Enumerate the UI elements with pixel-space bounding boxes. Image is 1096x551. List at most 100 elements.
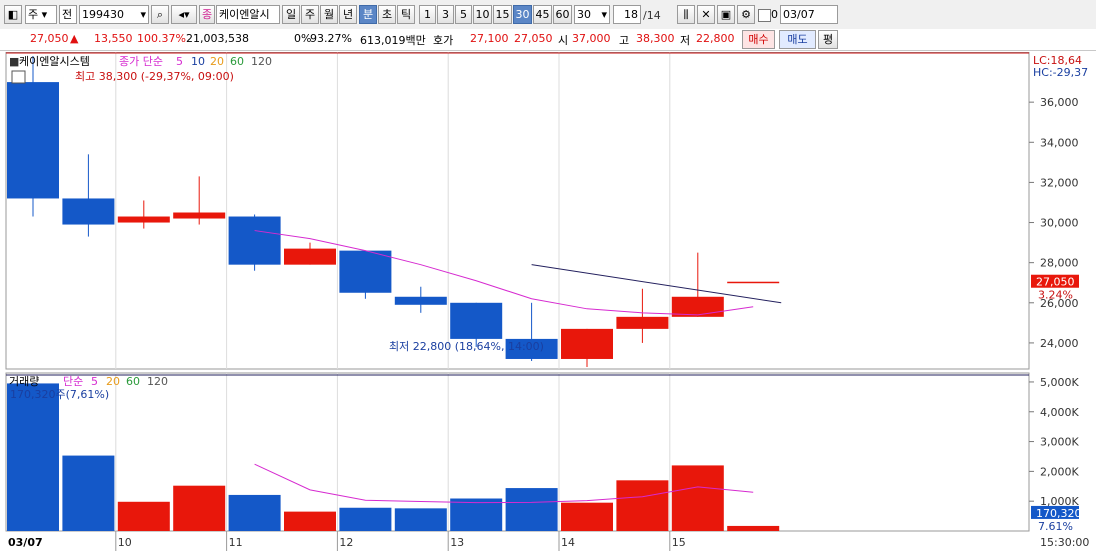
volume-bar	[228, 494, 281, 531]
interval-45[interactable]: 45	[533, 5, 552, 24]
sell-button[interactable]: 매도	[779, 30, 816, 49]
stock-code-input[interactable]: 199430 ▾	[79, 5, 149, 24]
interval-10[interactable]: 10	[473, 5, 492, 24]
search-icon[interactable]: ⌕	[151, 5, 169, 24]
interval-1[interactable]: 1	[419, 5, 436, 24]
interval-5[interactable]: 5	[455, 5, 472, 24]
buy-button[interactable]: 매수	[742, 30, 775, 49]
low-price: 22,800	[696, 32, 735, 45]
price-tick-label: 36,000	[1040, 96, 1079, 109]
volume-bar	[727, 525, 780, 531]
candle-toggle-icon[interactable]: ⫼	[677, 5, 695, 24]
ratio-1: 0%	[294, 32, 312, 45]
vol-ma-120: 120	[147, 375, 168, 388]
interval-30[interactable]: 30	[513, 5, 532, 24]
open-label: 시	[558, 34, 569, 47]
high-label: 고	[619, 34, 630, 47]
date-input[interactable]: 03/07	[780, 5, 838, 24]
trade-amount: 613,019백만	[360, 34, 426, 47]
ma-10: 10	[191, 55, 205, 68]
option-checkbox[interactable]	[758, 9, 771, 22]
period-minute[interactable]: 분	[359, 5, 377, 24]
price-legend-ma-label: 종가 단순	[119, 55, 163, 68]
volume-bar	[394, 508, 447, 531]
volume-legend-name: 거래량	[9, 375, 39, 388]
period-year[interactable]: 년	[339, 5, 357, 24]
volume-bar	[339, 507, 392, 531]
vol-ma-60: 60	[126, 375, 140, 388]
market-select[interactable]: 전	[59, 5, 77, 24]
ma-120: 120	[251, 55, 272, 68]
candle-body	[727, 281, 780, 284]
candle-body	[228, 216, 281, 265]
vol-ma-5: 5	[91, 375, 98, 388]
chart-menu-icon[interactable]: ◧	[4, 5, 22, 24]
volume-tick-label: 5,000K	[1040, 376, 1079, 389]
volume-bar	[173, 485, 226, 531]
interval-3[interactable]: 3	[437, 5, 454, 24]
evaluate-button[interactable]: 평	[818, 30, 838, 49]
period-day[interactable]: 일	[282, 5, 300, 24]
volume-legend-ma-label: 단순	[63, 375, 83, 388]
period-second[interactable]: 초	[378, 5, 396, 24]
volume-axis: 5,000K4,000K3,000K2,000K1,000K	[1029, 376, 1079, 508]
count-input[interactable]: 18	[613, 5, 641, 24]
stock-code-value: 199430	[82, 8, 124, 21]
chart-type-select[interactable]: 주 ▾	[25, 5, 57, 24]
crosshair-icon[interactable]: ✕	[697, 5, 715, 24]
table-toggle-icon[interactable]	[11, 70, 26, 84]
chevron-down-icon: ▾	[601, 8, 607, 21]
candle-body	[173, 212, 226, 219]
change-rate: 100.37%	[137, 32, 186, 45]
candle-body	[284, 248, 336, 265]
ma-60: 60	[230, 55, 244, 68]
stock-chart[interactable]: ■ 케이엔알시스템 종가 단순 5 10 20 60 120 최고 38,300…	[0, 52, 1096, 551]
stock-name-field[interactable]: 케이엔알시	[216, 5, 280, 24]
bid-price: 27,050	[514, 32, 553, 45]
candle-body	[117, 216, 170, 223]
price-legend-name: 케이엔알시스템	[19, 54, 90, 68]
interval-select[interactable]: 30 ▾	[574, 5, 610, 24]
chevron-down-icon: ▾	[140, 8, 146, 21]
interval-select-value: 30	[577, 8, 591, 21]
up-arrow-icon: ▲	[70, 32, 79, 45]
volume-bar	[505, 488, 558, 531]
volume-bar	[671, 465, 724, 531]
hc-label: HC:-29,37	[1033, 66, 1088, 79]
volume-tick-label: 2,000K	[1040, 465, 1079, 478]
high-price: 38,300	[636, 32, 675, 45]
save-icon[interactable]: ▣	[717, 5, 735, 24]
price-change: 13,550	[94, 32, 133, 45]
low-label: 저	[680, 34, 691, 47]
speaker-icon[interactable]: ◂▾	[171, 5, 197, 24]
volume-tick-label: 4,000K	[1040, 406, 1079, 419]
open-price: 37,000	[572, 32, 611, 45]
interval-15[interactable]: 15	[493, 5, 512, 24]
volume-bar	[450, 498, 503, 531]
candle-body	[616, 316, 669, 329]
time-axis-last: 15:30:00	[1040, 536, 1089, 549]
time-tick-label: 12	[339, 536, 353, 549]
time-tick-label: 15	[672, 536, 686, 549]
candle-body	[394, 296, 447, 305]
low-annotation: 최저 22,800 (18,64%, 14:00)	[389, 340, 544, 353]
price-panel	[5, 52, 1030, 370]
toolbar: ◧ 주 ▾ 전 199430 ▾ ⌕ ◂▾ 종 케이엔알시 일 주 월 년 분 초…	[0, 0, 1096, 30]
interval-60[interactable]: 60	[553, 5, 572, 24]
candle-body	[7, 82, 59, 199]
volume-last-annotation: 170,320주(7,61%)	[10, 388, 109, 401]
ratio-2: 93.27%	[310, 32, 352, 45]
checkbox-label: 0	[771, 8, 778, 21]
price-axis: 36,00034,00032,00030,00028,00026,00024,0…	[1029, 96, 1079, 350]
vol-ma-20: 20	[106, 375, 120, 388]
volume-bar	[284, 511, 336, 531]
volume-bar	[62, 455, 115, 531]
period-month[interactable]: 월	[320, 5, 338, 24]
quote-label: 호가	[433, 34, 454, 47]
chart-type-value: 주	[28, 8, 39, 21]
period-week[interactable]: 주	[301, 5, 319, 24]
period-tick[interactable]: 틱	[397, 5, 415, 24]
volume-bar	[117, 501, 170, 531]
gear-icon[interactable]: ⚙	[737, 5, 755, 24]
count-total: /14	[643, 9, 661, 22]
